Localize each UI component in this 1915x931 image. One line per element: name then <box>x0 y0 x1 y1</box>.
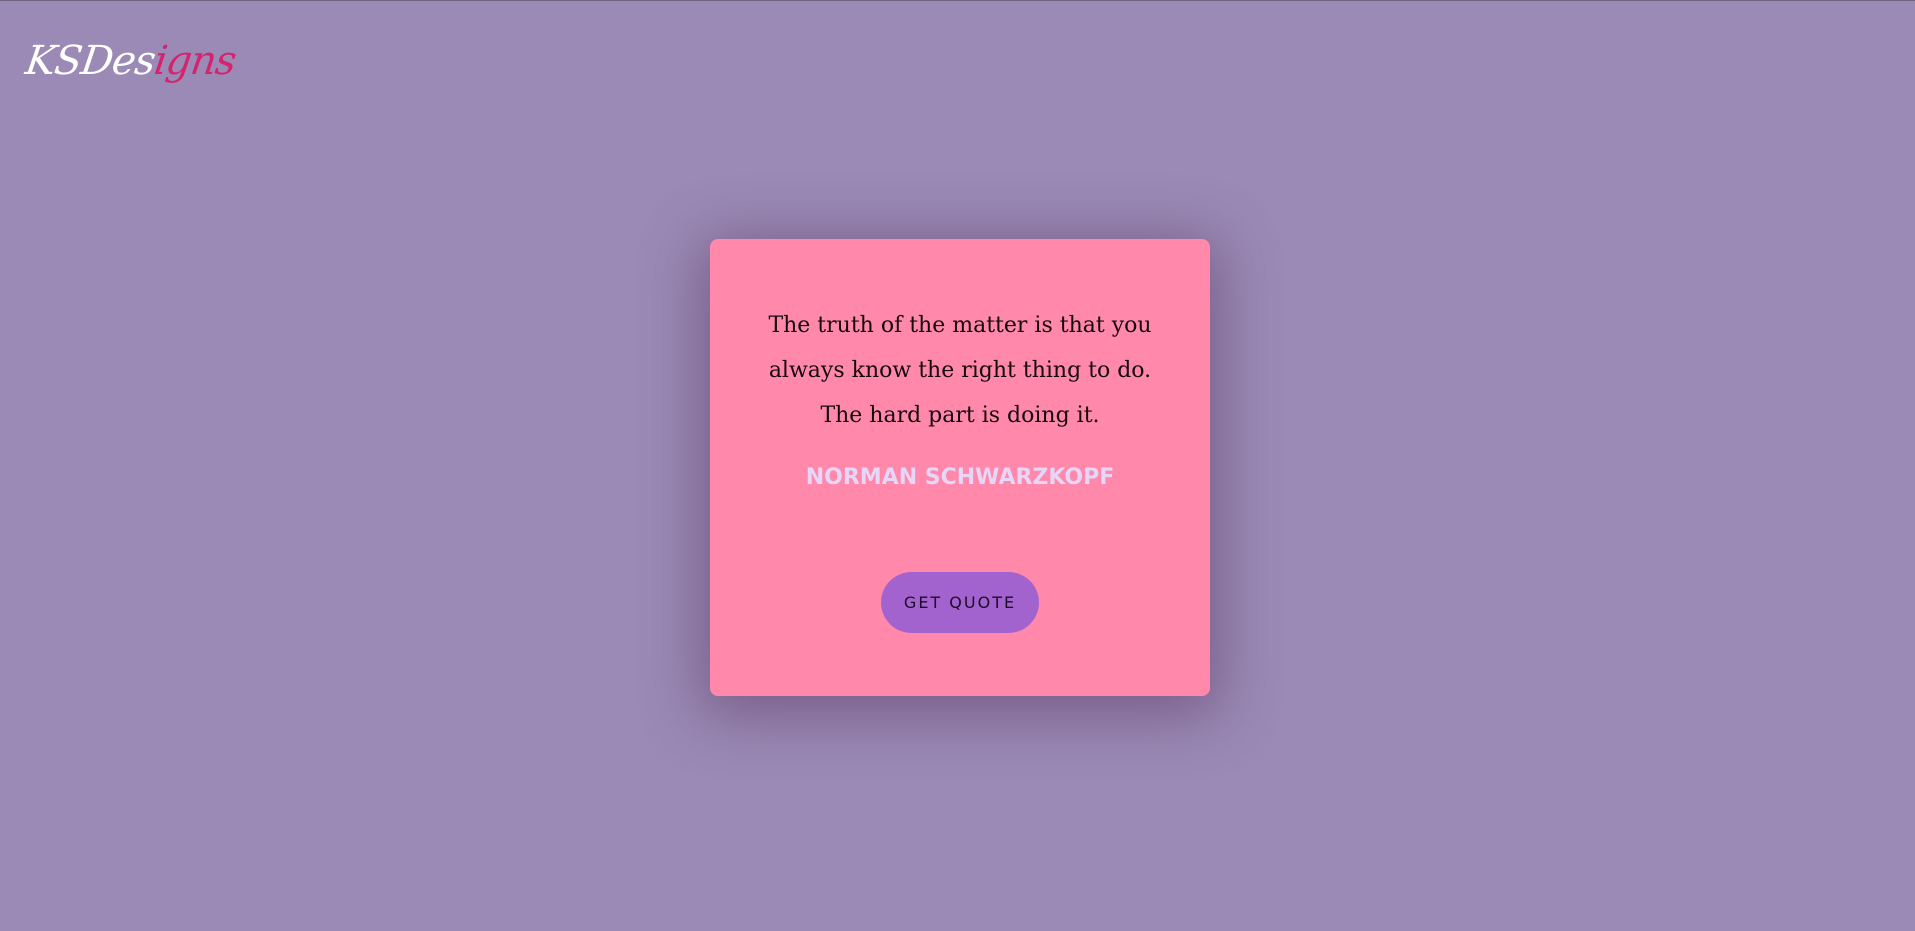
logo-text-accent: igns <box>151 38 239 84</box>
brand-logo[interactable]: KSDesigns <box>22 38 239 84</box>
logo-text-primary: KSDes <box>22 38 158 84</box>
quote-text: The truth of the matter is that you alwa… <box>768 313 1152 428</box>
get-quote-button[interactable]: GET QUOTE <box>881 572 1039 633</box>
quote-author: NORMAN SCHWARZKOPF <box>805 465 1115 490</box>
quote-card: The truth of the matter is that you alwa… <box>710 239 1210 696</box>
